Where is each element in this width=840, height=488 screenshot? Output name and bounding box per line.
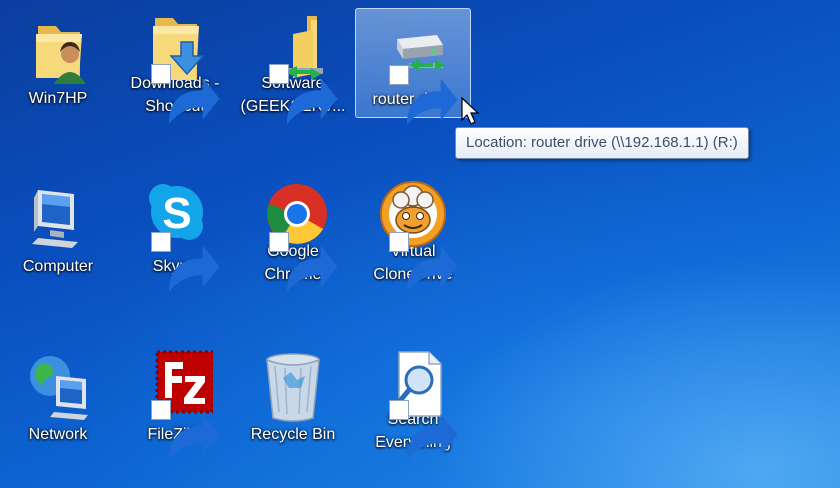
network-icon xyxy=(30,356,88,420)
shortcut-arrow-icon xyxy=(389,400,458,461)
user-folder-icon xyxy=(36,26,86,84)
icon-label: Recycle Bin xyxy=(250,426,336,443)
shortcut-arrow-icon xyxy=(151,400,220,461)
desktop-icon-win7hp[interactable]: Win7HP xyxy=(0,8,116,118)
computer-icon xyxy=(32,190,78,248)
desktop-icon-recycle-bin[interactable]: Recycle Bin xyxy=(235,344,351,454)
desktop-icon-network[interactable]: Network xyxy=(0,344,116,454)
desktop-icon-google-chrome[interactable]: Google Chrome xyxy=(235,176,351,293)
desktop-icon-skype[interactable]: S Skype xyxy=(117,176,233,293)
shortcut-arrow-icon xyxy=(269,64,338,125)
icon-label: Computer xyxy=(22,258,94,275)
desktop-icon-filezilla[interactable]: FileZilla xyxy=(117,344,233,461)
desktop-icon-virtual-clonedrive[interactable]: Virtual CloneDrive xyxy=(355,176,471,293)
shortcut-arrow-icon xyxy=(389,232,458,293)
desktop-icon-computer[interactable]: Computer xyxy=(0,176,116,286)
desktop-icon-software-geekserv[interactable]: Software (GEEKSERV... xyxy=(235,8,351,125)
shortcut-arrow-icon xyxy=(389,65,458,126)
location-tooltip: Location: router drive (\\192.168.1.1) (… xyxy=(455,127,749,159)
mouse-pointer-icon xyxy=(461,97,480,125)
shortcut-arrow-icon xyxy=(151,232,220,293)
icon-label: Network xyxy=(28,426,88,443)
icon-label: Win7HP xyxy=(28,90,88,107)
recycle-bin-icon xyxy=(266,353,320,422)
desktop[interactable]: Win7HP Downloads - Shortcut xyxy=(0,0,840,488)
desktop-icon-downloads-shortcut[interactable]: Downloads - Shortcut xyxy=(117,8,233,125)
shortcut-arrow-icon xyxy=(269,232,338,293)
desktop-icon-search-everything[interactable]: Search Everything xyxy=(355,344,471,461)
desktop-icon-router-drive[interactable]: router drive xyxy=(355,8,471,126)
svg-text:S: S xyxy=(162,189,191,238)
shortcut-arrow-icon xyxy=(151,64,220,125)
